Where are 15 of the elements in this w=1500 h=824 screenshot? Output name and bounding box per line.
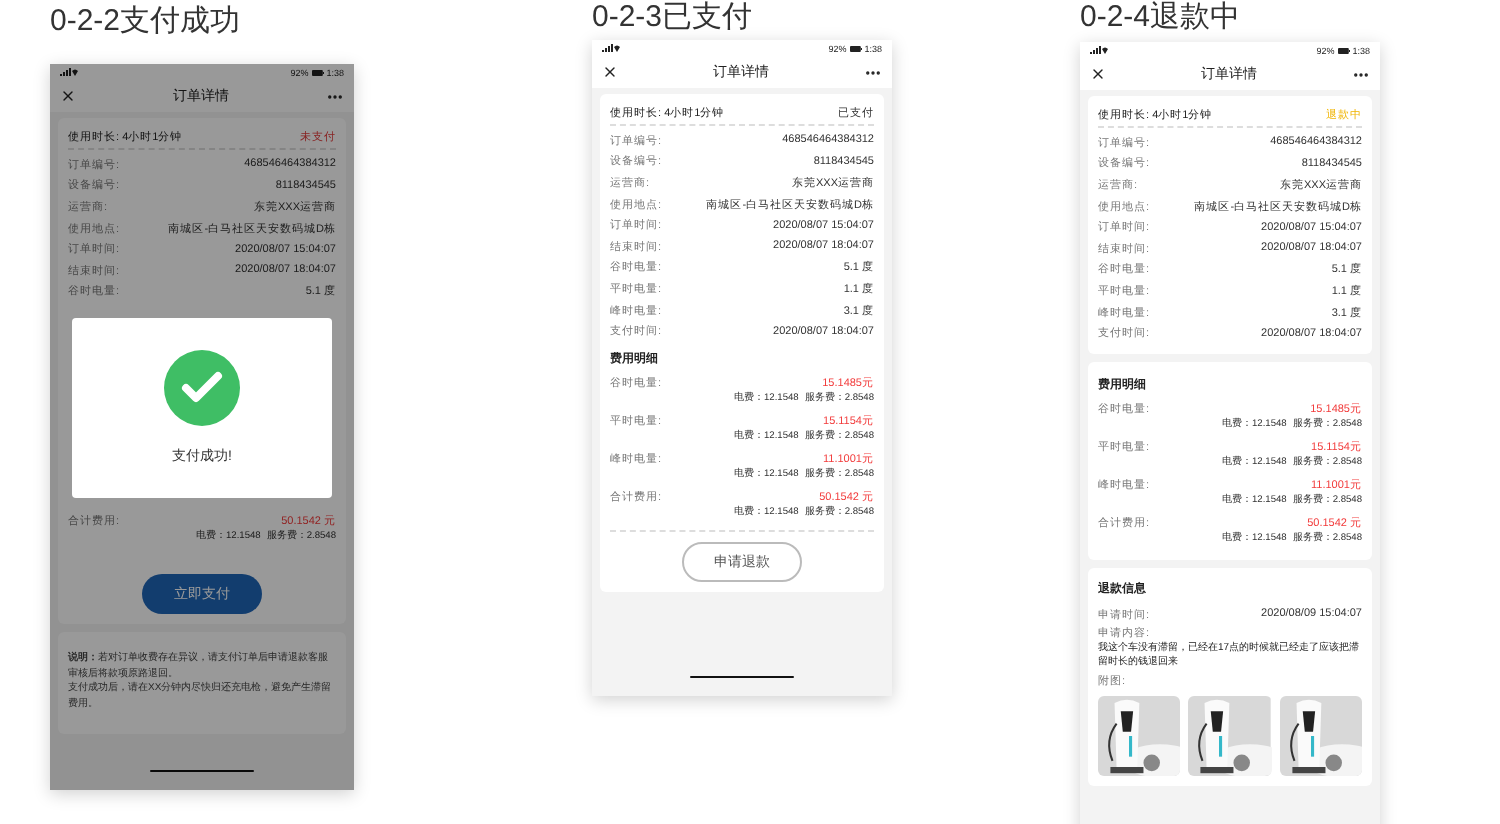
close-icon[interactable] — [60, 88, 76, 104]
screen-heading: 0-2-2支付成功 — [50, 4, 243, 40]
battery-icon — [311, 69, 324, 75]
success-icon — [164, 350, 240, 427]
screen-heading: 0-2-4退款中 — [1080, 0, 1243, 36]
signal-icon — [602, 44, 620, 52]
signal-icon — [60, 68, 78, 76]
close-icon[interactable] — [602, 64, 618, 80]
signal-icon — [1090, 46, 1108, 54]
home-indicator — [690, 675, 794, 678]
screen-heading: 0-2-3已支付 — [592, 0, 755, 36]
home-indicator — [150, 769, 254, 772]
battery-icon — [1337, 47, 1350, 53]
close-icon[interactable] — [1090, 66, 1106, 82]
battery-icon — [849, 45, 862, 51]
